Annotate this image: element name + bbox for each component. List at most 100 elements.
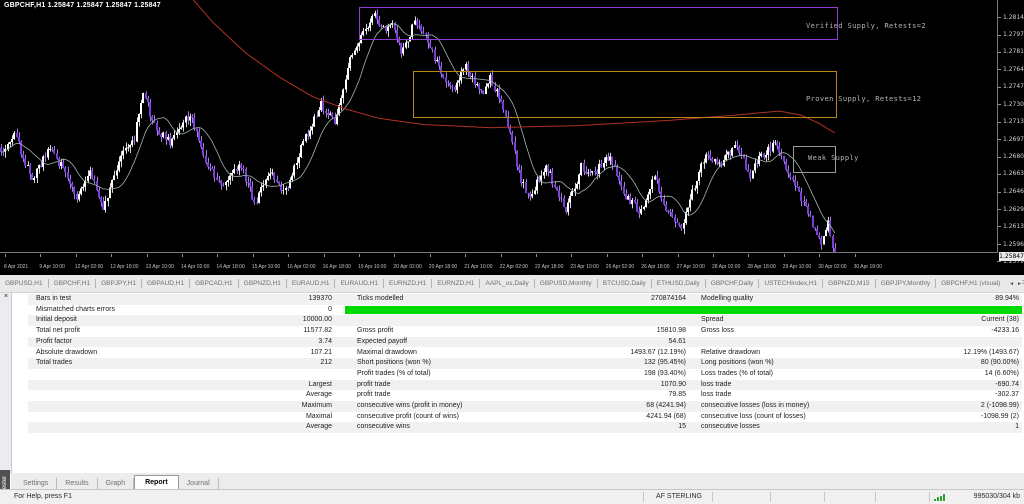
chart-tab-gbpnzd-m15[interactable]: GBPNZD,M15 <box>823 279 876 288</box>
price-axis-label: 1.27975 <box>1003 31 1024 38</box>
price-axis-label: 1.26465 <box>1003 188 1024 195</box>
report-label: consecutive loss (count of losses) <box>701 412 806 423</box>
tester-tab-graph[interactable]: Graph <box>98 478 134 489</box>
date-tick <box>111 254 112 257</box>
price-tick <box>997 122 1001 123</box>
report-row: Largestprofit trade1070.90loss trade-690… <box>28 380 1022 391</box>
chart-tab-gbpaud-h1[interactable]: GBPAUD,H1 <box>142 279 190 288</box>
report-row: Initial deposit10000.00SpreadCurrent (38… <box>28 315 1022 326</box>
report-row: Profit trades (% of total)198 (93.40%)Lo… <box>28 369 1022 380</box>
date-tick <box>217 254 218 257</box>
price-tick <box>997 87 1001 88</box>
chart-tab-aapl-us-daily[interactable]: AAPL_us,Daily <box>480 279 534 288</box>
chart-panel[interactable]: GBPCHF,H1 1.25847 1.25847 1.25847 1.2584… <box>0 0 1024 275</box>
report-value: -302.37 <box>850 390 1019 401</box>
price-tick <box>997 52 1001 53</box>
date-axis-label: 23 Apr 10:00 <box>570 264 598 270</box>
report-label: Mismatched charts errors <box>36 305 115 316</box>
report-label: Initial deposit <box>36 315 77 326</box>
date-tick <box>678 254 679 257</box>
chart-tab-euraud-h1[interactable]: EURAUD,H1 <box>335 279 384 288</box>
price-axis-label: 1.26295 <box>1003 206 1024 213</box>
chart-tab-ustechindex-h1[interactable]: USTECHIndex,H1 <box>759 279 823 288</box>
chart-tab-gbpjpy-h1[interactable]: GBPJPY,H1 <box>96 279 142 288</box>
report-value: 212 <box>132 358 332 369</box>
chart-tab-bar: GBPUSD,H1GBPCHF,H1GBPJPY,H1GBPAUD,H1GBPC… <box>0 275 1024 293</box>
report-label: loss trade <box>701 390 731 401</box>
date-axis-label: 29 Apr 10:00 <box>783 264 811 270</box>
weak-supply-zone-label: Weak Supply <box>808 154 859 162</box>
report-value: 139370 <box>132 294 332 305</box>
tester-tab-bar: SettingsResultsGraphReportJournal <box>11 473 1024 489</box>
report-value: 79.85 <box>460 390 686 401</box>
date-tick <box>430 254 431 257</box>
price-tick <box>997 174 1001 175</box>
chart-tab-gbpnzd-h1[interactable]: GBPNZD,H1 <box>239 279 287 288</box>
chart-tab-ethusd-daily[interactable]: ETHUSD,Daily <box>652 279 706 288</box>
close-icon[interactable]: × <box>2 293 10 301</box>
candlestick-chart[interactable] <box>0 0 998 253</box>
date-tick <box>324 254 325 257</box>
date-axis-label: 20 Apr 18:00 <box>429 264 457 270</box>
price-axis-label: 1.26130 <box>1003 223 1024 230</box>
status-separator <box>875 492 876 502</box>
tester-tab-report[interactable]: Report <box>134 475 179 489</box>
tab-scroll-left-icon[interactable]: ◄ <box>1009 281 1014 287</box>
price-tick <box>997 192 1001 193</box>
report-label: Profit factor <box>36 337 72 348</box>
tester-tab-journal[interactable]: Journal <box>179 478 219 489</box>
chart-tab-eurnzd-h1[interactable]: EURNZD,H1 <box>384 279 432 288</box>
tab-scroll-right-icon[interactable]: ► <box>1017 281 1022 287</box>
price-tick <box>997 226 1001 227</box>
status-memory-usage: 995030/304 kb <box>974 493 1020 500</box>
date-axis-label: 15 Apr 10:00 <box>252 264 280 270</box>
report-value: Average <box>132 422 332 433</box>
report-label: Expected payoff <box>357 337 407 348</box>
date-tick <box>465 254 466 257</box>
date-tick <box>607 254 608 257</box>
status-separator <box>643 492 644 502</box>
status-separator <box>824 492 825 502</box>
date-axis-label: 21 Apr 10:00 <box>464 264 492 270</box>
date-tick <box>642 254 643 257</box>
report-label: Profit trades (% of total) <box>357 369 431 380</box>
chart-tab-gbpjpy-monthly[interactable]: GBPJPY,Monthly <box>876 279 936 288</box>
report-value: 132 (95.45%) <box>460 358 686 369</box>
chart-tab-btcusd-daily[interactable]: BTCUSD,Daily <box>598 279 652 288</box>
proven-supply-zone-label: Proven Supply, Retests=12 <box>806 95 921 103</box>
report-value: 2 (-1098.99) <box>850 401 1019 412</box>
price-tick <box>997 35 1001 36</box>
chart-tab-gbpusd-h1[interactable]: GBPUSD,H1 <box>0 279 49 288</box>
report-value: -4233.16 <box>850 326 1019 337</box>
date-tick <box>76 254 77 257</box>
report-value: 107.21 <box>132 348 332 359</box>
report-row: Maximalconsecutive profit (count of wins… <box>28 412 1022 423</box>
chart-tab-euraud-h1[interactable]: EURAUD,H1 <box>287 279 336 288</box>
status-account-name: AF STERLING <box>645 493 713 500</box>
date-axis-label: 16 Apr 02:00 <box>287 264 315 270</box>
report-value: Average <box>132 390 332 401</box>
chart-symbol-title: GBPCHF,H1 1.25847 1.25847 1.25847 1.2584… <box>4 2 161 9</box>
report-label: Spread <box>701 315 724 326</box>
date-axis-label: 22 Apr 02:00 <box>500 264 528 270</box>
chart-tab-gbpchf-h1-visual-[interactable]: GBPCHF,H1 (visual) <box>936 279 1006 288</box>
date-tick <box>288 254 289 257</box>
chart-tab-gbpchf-daily[interactable]: GBPCHF,Daily <box>706 279 760 288</box>
date-tick <box>182 254 183 257</box>
chart-tab-gbpchf-h1[interactable]: GBPCHF,H1 <box>49 279 96 288</box>
date-axis-label: 16 Apr 18:00 <box>323 264 351 270</box>
chart-tab-gbpcad-h1[interactable]: GBPCAD,H1 <box>190 279 239 288</box>
tester-tab-settings[interactable]: Settings <box>15 478 57 489</box>
chart-tab-scrollers: ◄ ► <box>1005 275 1022 292</box>
report-label: Total net profit <box>36 326 80 337</box>
status-help-text: For Help, press F1 <box>14 493 72 500</box>
report-label: profit trade <box>357 380 390 391</box>
price-axis-label: 1.27135 <box>1003 118 1024 125</box>
metatrader-tester-window: { "chart": { "title": "GBPCHF,H1 1.25847… <box>0 0 1024 503</box>
tester-tab-results[interactable]: Results <box>57 478 97 489</box>
date-axis-label: 8 Apr 2021 <box>4 264 28 270</box>
chart-tab-eurnzd-h1[interactable]: EURNZD,H1 <box>432 279 480 288</box>
chart-tab-gbpusd-monthly[interactable]: GBPUSD,Monthly <box>535 279 598 288</box>
report-value: 1 <box>850 422 1019 433</box>
price-tick <box>997 139 1001 140</box>
